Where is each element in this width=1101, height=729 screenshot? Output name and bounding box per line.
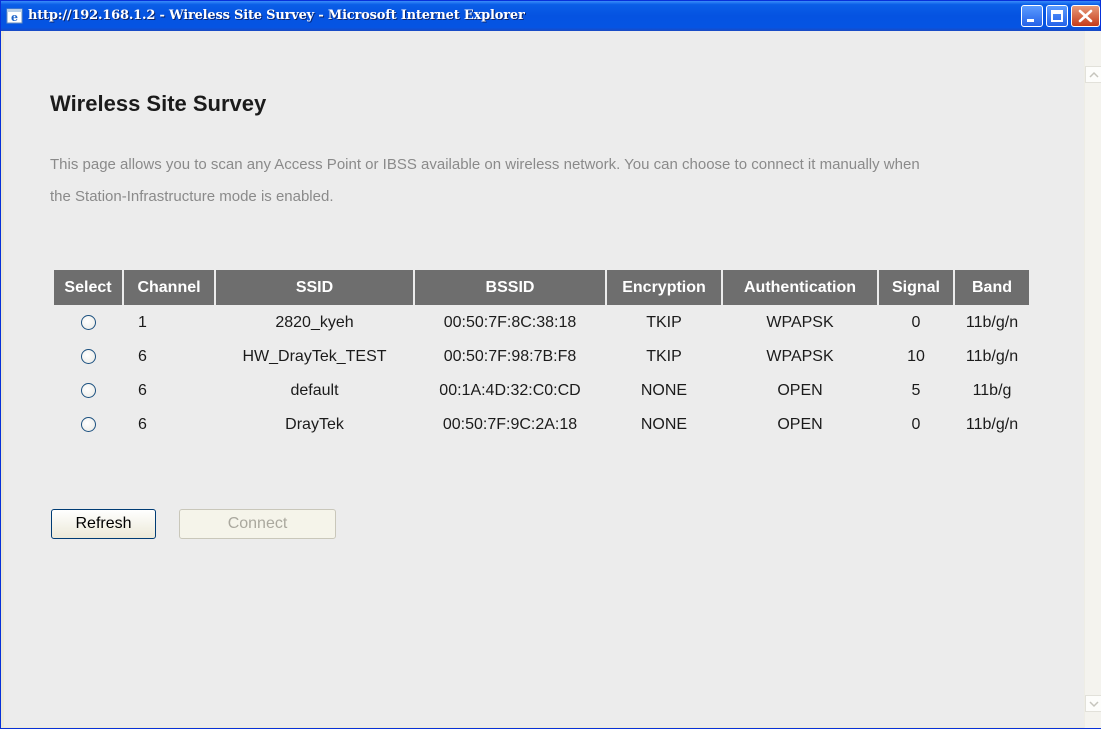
authentication-cell: OPEN <box>777 382 823 399</box>
channel-cell: 1 <box>138 314 147 331</box>
vertical-scrollbar[interactable] <box>1084 31 1101 728</box>
table-row: 6 HW_DrayTek_TEST 00:50:7F:98:7B:F8 TKIP… <box>54 341 1029 373</box>
bssid-cell: 00:50:7F:98:7B:F8 <box>443 348 577 365</box>
window-title: http://192.168.1.2 - Wireless Site Surve… <box>28 8 525 23</box>
scroll-down-button[interactable] <box>1085 695 1101 712</box>
select-cell <box>54 307 122 339</box>
column-header-band: Band <box>955 270 1029 305</box>
site-survey-table: Select Channel SSID BSSID Encryption Aut… <box>52 268 1031 443</box>
connect-button[interactable]: Connect <box>179 509 336 539</box>
channel-cell: 6 <box>138 416 147 433</box>
page-title: Wireless Site Survey <box>50 91 267 116</box>
ssid-cell: 2820_kyeh <box>275 314 354 331</box>
select-radio[interactable] <box>80 349 96 365</box>
close-button[interactable] <box>1071 5 1100 27</box>
authentication-cell: WPAPSK <box>766 314 834 331</box>
signal-cell: 5 <box>911 382 921 399</box>
table-row: 6 DrayTek 00:50:7F:9C:2A:18 NONE OPEN 0 … <box>54 409 1029 441</box>
signal-cell: 0 <box>911 416 921 433</box>
table-header-row: Select Channel SSID BSSID Encryption Aut… <box>54 270 1029 305</box>
ssid-cell: default <box>290 382 339 399</box>
column-header-ssid: SSID <box>216 270 413 305</box>
column-header-select: Select <box>54 270 122 305</box>
column-header-encryption: Encryption <box>607 270 721 305</box>
scroll-up-arrow-icon <box>1089 71 1099 78</box>
band-cell: 11b/g/n <box>965 348 1019 365</box>
column-header-signal: Signal <box>879 270 953 305</box>
authentication-cell: OPEN <box>777 416 823 433</box>
close-icon <box>1078 9 1093 23</box>
signal-cell: 10 <box>907 348 925 365</box>
channel-cell: 6 <box>138 348 147 365</box>
scroll-down-arrow-icon <box>1089 701 1099 708</box>
select-cell <box>54 341 122 373</box>
column-header-channel: Channel <box>124 270 214 305</box>
svg-text:e: e <box>11 11 18 24</box>
scroll-up-button[interactable] <box>1085 66 1101 83</box>
title-bar[interactable]: e http://192.168.1.2 - Wireless Site Sur… <box>1 1 1100 31</box>
bssid-cell: 00:1A:4D:32:C0:CD <box>439 382 581 399</box>
minimize-button[interactable] <box>1021 5 1043 27</box>
encryption-cell: TKIP <box>646 348 682 365</box>
channel-cell: 6 <box>138 382 147 399</box>
authentication-cell: WPAPSK <box>766 348 834 365</box>
column-header-bssid: BSSID <box>415 270 605 305</box>
bssid-cell: 00:50:7F:8C:38:18 <box>443 314 577 331</box>
ssid-cell: DrayTek <box>285 416 344 433</box>
encryption-cell: TKIP <box>646 314 682 331</box>
table-row: 1 2820_kyeh 00:50:7F:8C:38:18 TKIP WPAPS… <box>54 307 1029 339</box>
table-row: 6 default 00:1A:4D:32:C0:CD NONE OPEN 5 … <box>54 375 1029 407</box>
band-cell: 11b/g <box>972 382 1012 399</box>
maximize-icon <box>1051 10 1063 22</box>
ssid-cell: HW_DrayTek_TEST <box>242 348 387 365</box>
band-cell: 11b/g/n <box>965 416 1019 433</box>
select-radio[interactable] <box>80 315 96 331</box>
bssid-cell: 00:50:7F:9C:2A:18 <box>442 416 578 433</box>
select-radio[interactable] <box>80 383 96 399</box>
band-cell: 11b/g/n <box>965 314 1019 331</box>
page-description: This page allows you to scan any Access … <box>50 156 920 205</box>
encryption-cell: NONE <box>640 382 688 399</box>
select-cell <box>54 375 122 407</box>
select-cell <box>54 409 122 441</box>
select-radio[interactable] <box>80 417 96 433</box>
encryption-cell: NONE <box>640 416 688 433</box>
column-header-authentication: Authentication <box>723 270 877 305</box>
ie-icon: e <box>6 7 24 25</box>
maximize-button[interactable] <box>1046 5 1068 27</box>
minimize-icon <box>1027 19 1034 22</box>
signal-cell: 0 <box>911 314 921 331</box>
browser-window: e http://192.168.1.2 - Wireless Site Sur… <box>0 0 1101 729</box>
refresh-button[interactable]: Refresh <box>51 509 156 539</box>
